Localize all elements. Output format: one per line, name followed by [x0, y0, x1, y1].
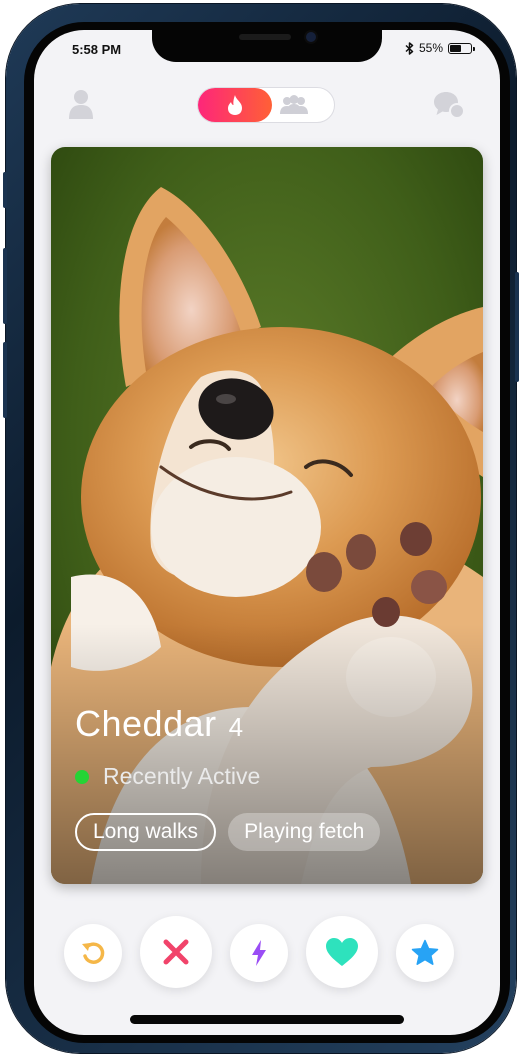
home-indicator[interactable] — [130, 1015, 404, 1024]
rewind-icon — [82, 942, 105, 964]
mode-toggle[interactable] — [197, 87, 335, 123]
star-icon — [411, 939, 439, 965]
battery-icon — [448, 42, 475, 54]
heart-icon — [326, 938, 358, 966]
earpiece-speaker — [239, 34, 291, 40]
profile-name: Cheddar — [75, 703, 217, 744]
interest-chips: Long walks Playing fetch — [75, 813, 381, 851]
tab-solo-mode[interactable] — [198, 88, 272, 122]
volume-down-button — [3, 342, 7, 418]
chat-bubbles-icon — [434, 92, 465, 119]
battery-percent: 55% — [418, 41, 443, 55]
battery-level — [450, 44, 461, 52]
volume-up-button — [3, 248, 7, 324]
person-icon — [69, 90, 93, 119]
profile-name-row: Cheddar 4 — [75, 703, 243, 745]
interest-chip[interactable]: Long walks — [75, 813, 217, 851]
status-time: 5:58 PM — [72, 42, 122, 57]
activity-row: Recently Active — [75, 763, 260, 790]
mute-switch — [3, 172, 7, 208]
super-like-button[interactable] — [396, 924, 454, 982]
boost-button[interactable] — [230, 924, 288, 982]
profile-card[interactable]: Cheddar 4 Recently Active Long walks Pla… — [51, 147, 483, 884]
lightning-icon — [252, 940, 266, 966]
front-camera — [306, 32, 316, 42]
group-icon — [280, 95, 308, 114]
profile-button[interactable] — [68, 88, 94, 125]
action-bar — [34, 916, 500, 992]
activity-status: Recently Active — [103, 763, 261, 789]
app-screen: 5:58 PM 55% Cheddar 4 Recently Active Lo… — [34, 30, 500, 1035]
phone-frame: 5:58 PM 55% Cheddar 4 Recently Active Lo… — [3, 4, 519, 1053]
tab-group-mode[interactable] — [278, 93, 310, 122]
power-button — [515, 272, 519, 382]
like-button[interactable] — [306, 916, 378, 988]
bluetooth-icon — [405, 41, 414, 55]
interest-chip[interactable]: Playing fetch — [228, 813, 381, 851]
notch — [152, 30, 382, 62]
rewind-button[interactable] — [64, 924, 122, 982]
messages-button[interactable] — [432, 90, 466, 125]
status-indicators: 55% — [405, 41, 475, 55]
flame-icon — [228, 95, 242, 115]
x-icon — [163, 939, 189, 965]
profile-age: 4 — [228, 712, 244, 742]
nope-button[interactable] — [140, 916, 212, 988]
active-status-dot — [75, 769, 89, 784]
